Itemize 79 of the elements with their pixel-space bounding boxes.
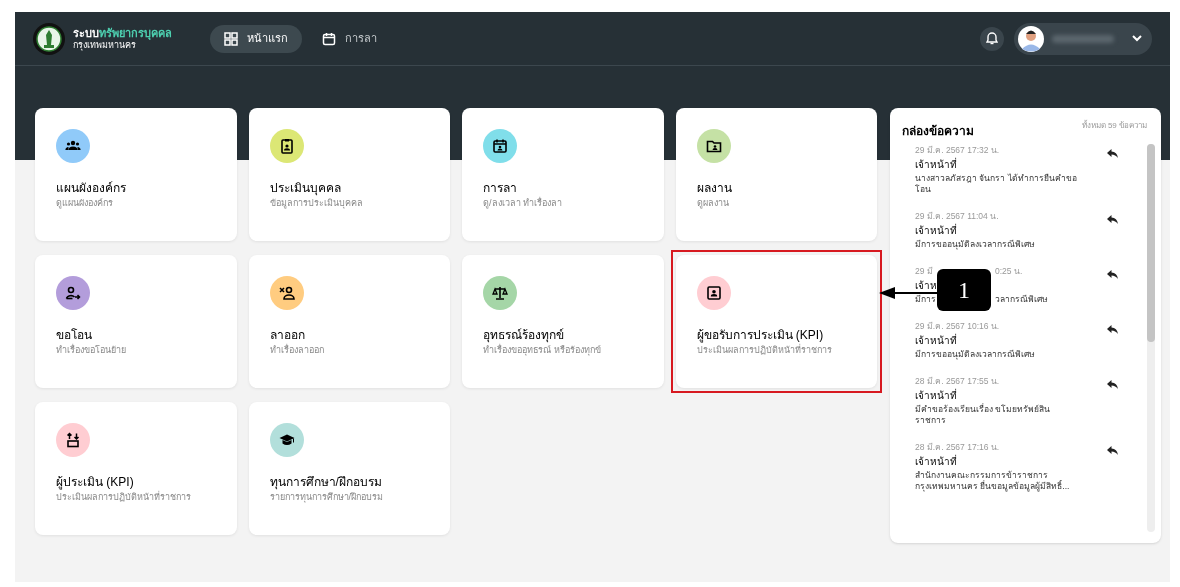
card-title: ขอโอน	[56, 327, 93, 344]
reply-icon	[1107, 149, 1118, 158]
message-time: 29 มี.ค. 2567 11:04 น.	[915, 210, 1000, 223]
message-time: 29 มี	[915, 265, 933, 278]
message-sender: เจ้าหน้าที่	[915, 157, 958, 172]
system-subtitle: กรุงเทพมหานคร	[73, 39, 136, 51]
reply-button[interactable]	[1107, 325, 1118, 334]
callout-badge: 1	[937, 269, 991, 311]
menu-card[interactable]: ขอโอน ทำเรื่องขอโอนย้าย	[35, 255, 237, 388]
grid-icon	[224, 31, 238, 46]
menu-card[interactable]: ทุนการศึกษา/ฝึกอบรม รายการทุนการศึกษา/ฝึกอบรม	[248, 402, 450, 535]
card-title: ผู้ประเมิน (KPI)	[56, 474, 134, 490]
message-time: 28 มี.ค. 2567 17:55 น.	[915, 375, 1001, 388]
message-time: 0:25 น.	[995, 265, 1023, 278]
message-body: มีการขออนุมัติลงเวลากรณีพิเศษ	[915, 349, 1036, 360]
reply-icon	[1107, 380, 1118, 389]
notification-button[interactable]	[980, 26, 1004, 51]
card-title: อุทธรณ์ร้องทุกข์	[483, 327, 565, 343]
bell-icon	[986, 32, 998, 45]
message-sender: เจ้าหน้าที่	[915, 333, 958, 348]
card-title: แผนผังองค์กร	[56, 180, 127, 197]
message-sender: เจ้าหน้าที่	[915, 223, 958, 238]
message-time: 28 มี.ค. 2567 17:16 น.	[915, 441, 1001, 454]
message-body: มีการขออนุมัติลงเวลากรณีพิเศษ	[915, 239, 1036, 250]
reply-button[interactable]	[1107, 215, 1118, 224]
card-subtitle: ทำเรื่องขอโอนย้าย	[56, 344, 127, 357]
nav-tab[interactable]: หน้าแรก	[210, 24, 302, 53]
card-subtitle: ดูแผนผังองค์กร	[56, 197, 114, 211]
avatar-icon	[1018, 25, 1044, 52]
card-title: การลา	[483, 180, 518, 197]
menu-card[interactable]: ประเมินบุคคล ข้อมูลการประเมินบุคคล	[248, 108, 450, 241]
card-subtitle: ดูผลงาน	[696, 197, 730, 211]
card-subtitle: รายการทุนการศึกษา/ฝึกอบรม	[269, 491, 384, 505]
menu-card[interactable]: ผู้ประเมิน (KPI) ประเมินผลการปฏิบัติหน้าที่ราชการ	[35, 402, 237, 535]
reply-icon	[1107, 446, 1118, 455]
message-time: 29 มี.ค. 2567 10:16 น.	[915, 320, 1001, 333]
message-body: มีการ	[915, 294, 936, 305]
system-title: ระบบทรัพยากรบุคคล	[73, 26, 172, 39]
menu-card[interactable]: อุทธรณ์ร้องทุกข์ ทำเรื่องขออุทธรณ์ หรือร้องทุกข์	[462, 255, 664, 388]
message-body: นางสาวลภัสรฎา จันกรา ได้ทำการยืนคำขอโอน	[915, 173, 1077, 195]
card-subtitle: ทำเรื่องขออุทธรณ์ หรือร้องทุกข์	[483, 344, 643, 358]
card-subtitle: ทำเรื่องลาออก	[269, 344, 325, 357]
reply-button[interactable]	[1107, 270, 1118, 279]
card-title: ประเมินบุคคล	[269, 180, 342, 197]
message-sender: เจ้าหน้าที่	[915, 388, 958, 403]
card-title: ทุนการศึกษา/ฝึกอบรม	[269, 474, 383, 491]
logo-icon	[33, 22, 65, 55]
reply-icon	[1107, 270, 1118, 279]
reply-button[interactable]	[1107, 380, 1118, 389]
reply-icon	[1107, 325, 1118, 334]
reply-icon	[1107, 215, 1118, 224]
menu-card[interactable]: ลาออก ทำเรื่องลาออก	[248, 255, 450, 388]
reply-button[interactable]	[1107, 149, 1118, 158]
blurred-name	[1052, 34, 1114, 43]
card-title: ผลงาน	[696, 180, 733, 197]
message-body: สำนักงานคณะกรรมการข้าราชการกรุงเทพมหานคร ยื่นขอมูลข้อมูลผู้มีสิทธิ์...	[915, 470, 1071, 492]
calendar-icon	[322, 31, 336, 46]
card-subtitle: ดู/ลงเวลา ทำเรื่องลา	[483, 197, 563, 211]
card-subtitle: ประเมินผลการปฏิบัติหน้าที่ราชการ	[696, 344, 856, 358]
message-body: วลากรณีพิเศษ	[995, 294, 1048, 305]
user-menu-button[interactable]	[1014, 22, 1152, 55]
message-count: ทั้งหมด 59 ข้อความ	[1081, 120, 1147, 132]
nav-tab[interactable]: การลา	[312, 24, 387, 53]
card-subtitle: ข้อมูลการประเมินบุคคล	[269, 197, 364, 211]
message-body: มีคำขอร้องเรียนเรื่อง ขโมยทรัพย์สินราชการ	[915, 404, 1052, 426]
menu-card[interactable]: แผนผังองค์กร ดูแผนผังองค์กร	[35, 108, 237, 241]
scrollbar[interactable]	[1147, 144, 1155, 532]
menu-card[interactable]: ผลงาน ดูผลงาน	[675, 108, 877, 241]
message-sender: เจ้าห	[915, 279, 937, 293]
menu-card[interactable]: การลา ดู/ลงเวลา ทำเรื่องลา	[462, 108, 664, 241]
card-subtitle: ประเมินผลการปฏิบัติหน้าที่ราชการ	[56, 491, 216, 505]
card-title: ลาออก	[269, 327, 306, 344]
card-title: ผู้ขอรับการประเมิน (KPI)	[696, 327, 824, 343]
chevron-down-icon	[1132, 35, 1142, 42]
reply-button[interactable]	[1107, 446, 1118, 455]
message-time: 29 มี.ค. 2567 17:32 น.	[915, 144, 1001, 157]
menu-card[interactable]: ผู้ขอรับการประเมิน (KPI) ประเมินผลการปฏิบัติหน้าที่ราชการ	[675, 255, 877, 388]
inbox-title: กล่องข้อความ	[902, 123, 974, 140]
message-sender: เจ้าหน้าที่	[915, 454, 958, 469]
